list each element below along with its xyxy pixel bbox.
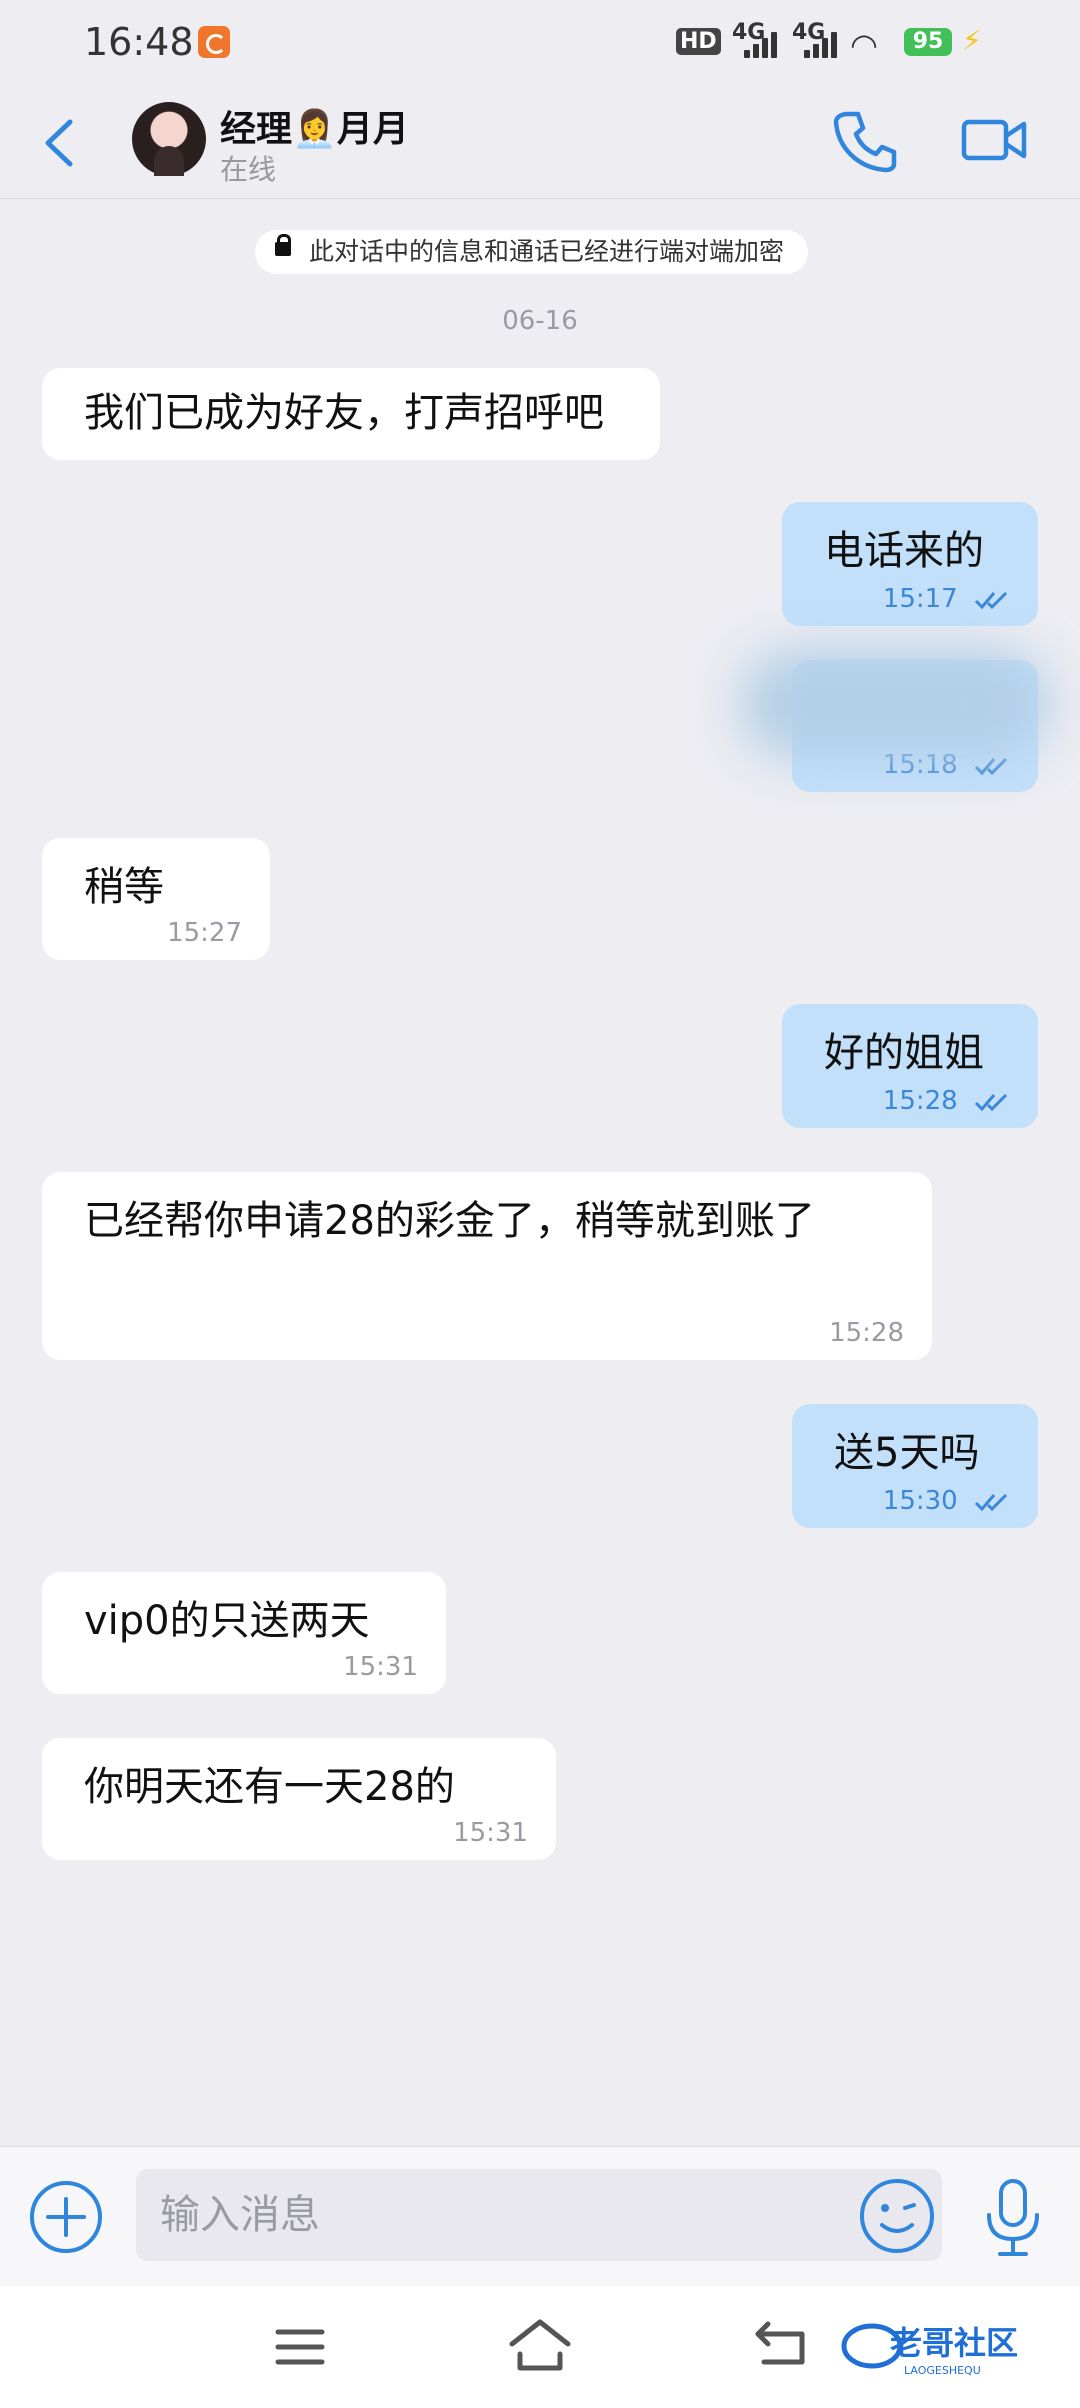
online-status: 在线 <box>220 153 277 186</box>
mic-icon[interactable] <box>978 2177 1048 2259</box>
message-time: 15:31 <box>453 1818 528 1848</box>
message-text: 我们已成为好友，打声招呼吧 <box>84 390 604 436</box>
encryption-notice-text: 此对话中的信息和通话已经进行端对端加密 <box>309 237 785 266</box>
date-divider: 06-16 <box>502 306 578 336</box>
message-text: 电话来的 <box>824 528 984 574</box>
message-text: 送5天吗 <box>834 1430 980 1476</box>
hd-icon: HD <box>676 28 721 55</box>
status-time: 16:48 <box>84 20 194 64</box>
plus-icon[interactable] <box>28 2179 104 2255</box>
lock-icon <box>275 234 291 256</box>
message-text: 稍等 <box>84 864 164 910</box>
message-meta: 15:17 <box>883 584 1010 614</box>
menu-icon[interactable] <box>270 2322 330 2372</box>
avatar[interactable] <box>132 102 206 176</box>
redaction-blur <box>740 648 1050 760</box>
battery-icon: 95 <box>904 28 952 56</box>
read-receipt-icon <box>974 1093 1008 1111</box>
message-time: 15:30 <box>882 1486 958 1516</box>
message-input[interactable] <box>136 2169 942 2261</box>
message-text: 已经帮你申请28的彩金了，稍等就到账了 <box>84 1198 815 1244</box>
emoji-icon[interactable] <box>858 2177 936 2255</box>
message-bubble[interactable]: 我们已成为好友，打声招呼吧 <box>42 368 660 460</box>
read-receipt-icon <box>974 1493 1008 1511</box>
message-text: 你明天还有一天28的 <box>84 1764 455 1810</box>
back-icon[interactable] <box>34 108 94 178</box>
message-bubble[interactable]: 你明天还有一天28的 15:31 <box>42 1738 556 1860</box>
system-nav-bar: 老哥社区 LAOGESHEQU <box>0 2286 1080 2408</box>
watermark-text: 老哥社区 <box>890 2324 1018 2362</box>
home-icon[interactable] <box>506 2314 574 2376</box>
contact-name[interactable]: 经理👩‍💼月月 <box>220 100 409 152</box>
app-notification-icon <box>198 26 230 58</box>
message-time: 15:31 <box>343 1652 418 1682</box>
message-bubble[interactable]: 好的姐姐 15:28 <box>782 1004 1038 1128</box>
message-text: vip0的只送两天 <box>84 1598 370 1644</box>
video-icon[interactable] <box>960 110 1030 170</box>
message-time: 15:17 <box>882 584 958 614</box>
message-bubble[interactable]: 稍等 15:27 <box>42 838 270 960</box>
signal-icon <box>744 30 784 58</box>
message-meta: 15:28 <box>883 1086 1010 1116</box>
back-nav-icon[interactable] <box>752 2316 812 2372</box>
message-bubble[interactable]: vip0的只送两天 15:31 <box>42 1572 446 1694</box>
message-input-bar <box>0 2146 1080 2287</box>
message-meta: 15:30 <box>883 1486 1010 1516</box>
encryption-notice: 此对话中的信息和通话已经进行端对端加密 <box>255 230 809 274</box>
status-bar: 16:48 HD 4G 4G ◠ 95 ⚡ <box>0 0 1080 86</box>
message-time: 15:27 <box>167 918 242 948</box>
message-bubble[interactable]: 送5天吗 15:30 <box>792 1404 1038 1528</box>
message-time: 15:28 <box>829 1318 904 1348</box>
message-bubble[interactable]: 电话来的 15:17 <box>782 502 1038 626</box>
read-receipt-icon <box>974 591 1008 609</box>
charging-icon: ⚡ <box>962 24 982 57</box>
message-bubble[interactable]: 已经帮你申请28的彩金了，稍等就到账了 15:28 <box>42 1172 932 1360</box>
watermark-logo: 老哥社区 LAOGESHEQU <box>841 2323 1018 2377</box>
wifi-icon: ◠ <box>850 26 878 64</box>
phone-icon[interactable] <box>830 106 900 176</box>
chat-header: 经理👩‍💼月月 在线 <box>0 86 1080 199</box>
message-time: 15:28 <box>882 1086 958 1116</box>
signal-icon-2 <box>804 30 844 58</box>
message-text: 好的姐姐 <box>824 1030 984 1076</box>
watermark-subtext: LAOGESHEQU <box>904 2364 981 2377</box>
